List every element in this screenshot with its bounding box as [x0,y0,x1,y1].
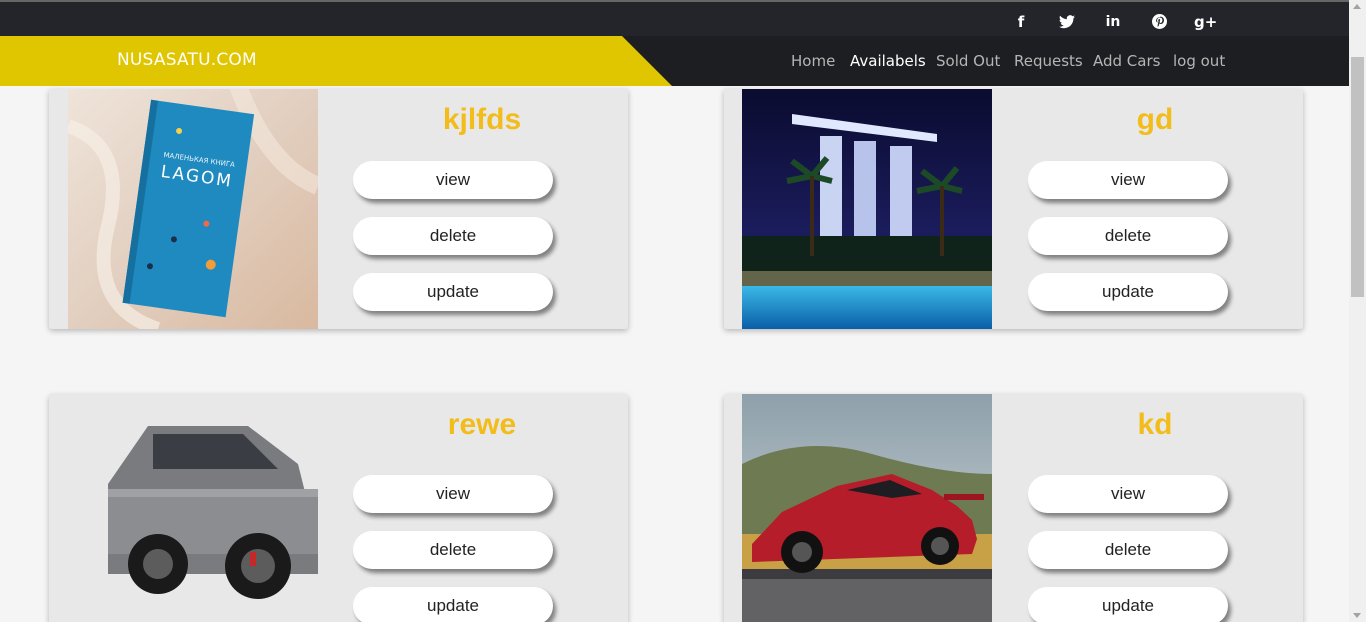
update-button[interactable]: update [353,587,553,622]
nav-availabels[interactable]: Availabels [850,52,926,70]
car-card: МАЛЕНЬКАЯ КНИГА LAGOM kjlfds view delete… [49,89,628,329]
scroll-thumb[interactable] [1351,57,1364,297]
update-button[interactable]: update [1028,587,1228,622]
brand-logo[interactable]: NUSASATU.COM [117,50,257,70]
delete-button[interactable]: delete [353,217,553,255]
view-button[interactable]: view [1028,161,1228,199]
suv-photo [68,394,318,622]
brand-banner [0,36,672,86]
nav-add-cars[interactable]: Add Cars [1093,52,1160,70]
nav-home[interactable]: Home [791,52,835,70]
hotel-night-photo [742,89,992,329]
page-scrollbar[interactable] [1349,0,1366,622]
view-button[interactable]: view [353,475,553,513]
main-navbar: NUSASATU.COM Home Availabels Sold Out Re… [0,36,1349,86]
car-card: gd view delete update [724,89,1303,329]
twitter-icon[interactable] [1056,12,1078,32]
car-name: gd [1136,103,1174,136]
update-button[interactable]: update [1028,273,1228,311]
google-plus-icon[interactable]: g+ [1194,12,1217,32]
red-sports-car-photo [742,394,992,622]
nav-log-out[interactable]: log out [1173,52,1225,70]
car-name: rewe [447,408,517,441]
view-button[interactable]: view [1028,475,1228,513]
facebook-icon[interactable]: f [1010,12,1032,32]
scroll-up-icon[interactable] [1353,4,1361,9]
view-button[interactable]: view [353,161,553,199]
social-bar: f in g+ [0,0,1349,36]
update-button[interactable]: update [353,273,553,311]
car-name: kd [1137,408,1173,441]
delete-button[interactable]: delete [1028,217,1228,255]
car-card: rewe view delete update [49,394,628,622]
car-card: kd view delete update [724,394,1303,622]
pinterest-icon[interactable] [1148,12,1170,32]
nav-requests[interactable]: Requests [1014,52,1083,70]
nav-sold-out[interactable]: Sold Out [936,52,1000,70]
scroll-down-icon[interactable] [1353,613,1361,618]
linkedin-icon[interactable]: in [1102,12,1124,32]
car-name: kjlfds [442,103,522,136]
book-photo: МАЛЕНЬКАЯ КНИГА LAGOM [68,89,318,329]
delete-button[interactable]: delete [353,531,553,569]
delete-button[interactable]: delete [1028,531,1228,569]
